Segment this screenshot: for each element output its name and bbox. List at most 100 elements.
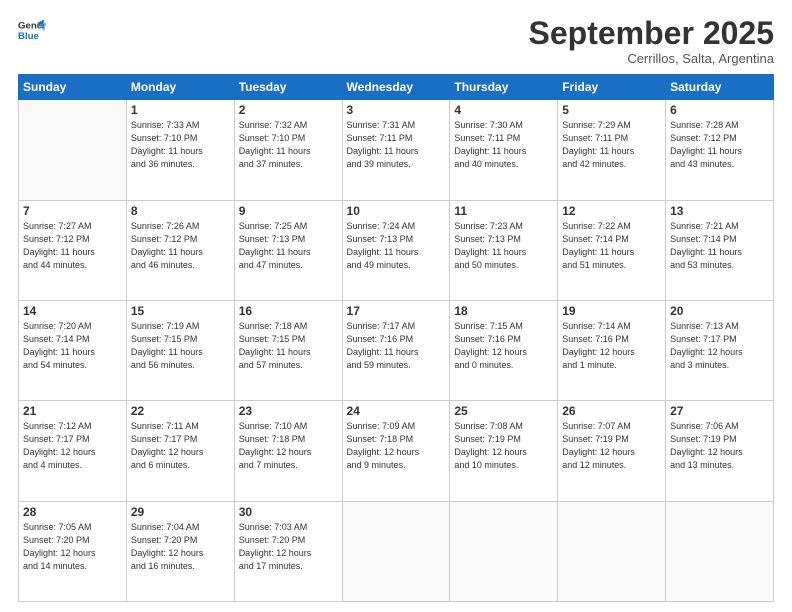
day-number: 26 [562, 404, 661, 418]
svg-text:Blue: Blue [18, 31, 39, 42]
table-row: 17 Sunrise: 7:17 AMSunset: 7:16 PMDayligh… [342, 300, 450, 400]
day-number: 3 [347, 103, 446, 117]
day-info: Sunrise: 7:09 AMSunset: 7:18 PMDaylight:… [347, 420, 446, 472]
table-row: 26 Sunrise: 7:07 AMSunset: 7:19 PMDayligh… [558, 401, 666, 501]
day-number: 29 [131, 505, 230, 519]
day-info: Sunrise: 7:26 AMSunset: 7:12 PMDaylight:… [131, 220, 230, 272]
table-row: 2 Sunrise: 7:32 AMSunset: 7:10 PMDaylight… [234, 100, 342, 200]
title-block: September 2025 Cerrillos, Salta, Argenti… [529, 16, 774, 66]
table-row: 24 Sunrise: 7:09 AMSunset: 7:18 PMDayligh… [342, 401, 450, 501]
calendar-week-3: 21Sunrise: 7:12 AMSunset: 7:17 PMDayligh… [19, 401, 774, 501]
table-row: 4Sunrise: 7:30 AMSunset: 7:11 PMDaylight… [450, 100, 558, 200]
day-number: 12 [562, 204, 661, 218]
day-info: Sunrise: 7:18 AMSunset: 7:15 PMDaylight:… [239, 320, 338, 372]
day-number: 25 [454, 404, 553, 418]
table-row: 12 Sunrise: 7:22 AMSunset: 7:14 PMDayligh… [558, 200, 666, 300]
col-wednesday: Wednesday [342, 75, 450, 100]
calendar-week-4: 28 Sunrise: 7:05 AMSunset: 7:20 PMDayligh… [19, 501, 774, 601]
table-row: 7 Sunrise: 7:27 AMSunset: 7:12 PMDaylight… [19, 200, 127, 300]
day-info: Sunrise: 7:12 AMSunset: 7:17 PMDaylight:… [23, 420, 122, 472]
calendar-week-2: 14Sunrise: 7:20 AMSunset: 7:14 PMDayligh… [19, 300, 774, 400]
day-info: Sunrise: 7:03 AMSunset: 7:20 PMDaylight:… [239, 521, 338, 573]
day-info: Sunrise: 7:19 AMSunset: 7:15 PMDaylight:… [131, 320, 230, 372]
table-row: 18Sunrise: 7:15 AMSunset: 7:16 PMDayligh… [450, 300, 558, 400]
table-row: 5 Sunrise: 7:29 AMSunset: 7:11 PMDaylight… [558, 100, 666, 200]
table-row: 21Sunrise: 7:12 AMSunset: 7:17 PMDayligh… [19, 401, 127, 501]
day-number: 11 [454, 204, 553, 218]
day-number: 8 [131, 204, 230, 218]
table-row: 29 Sunrise: 7:04 AMSunset: 7:20 PMDayligh… [126, 501, 234, 601]
calendar-week-1: 7 Sunrise: 7:27 AMSunset: 7:12 PMDaylight… [19, 200, 774, 300]
day-number: 7 [23, 204, 122, 218]
table-row: 11 Sunrise: 7:23 AMSunset: 7:13 PMDayligh… [450, 200, 558, 300]
day-info: Sunrise: 7:32 AMSunset: 7:10 PMDaylight:… [239, 119, 338, 171]
header: General Blue September 2025 Cerrillos, S… [18, 16, 774, 66]
day-number: 17 [347, 304, 446, 318]
day-info: Sunrise: 7:29 AMSunset: 7:11 PMDaylight:… [562, 119, 661, 171]
calendar-table: Sunday Monday Tuesday Wednesday Thursday… [18, 74, 774, 602]
day-info: Sunrise: 7:25 AMSunset: 7:13 PMDaylight:… [239, 220, 338, 272]
table-row: 23 Sunrise: 7:10 AMSunset: 7:18 PMDayligh… [234, 401, 342, 501]
col-tuesday: Tuesday [234, 75, 342, 100]
header-row: Sunday Monday Tuesday Wednesday Thursday… [19, 75, 774, 100]
day-info: Sunrise: 7:21 AMSunset: 7:14 PMDaylight:… [670, 220, 769, 272]
day-number: 28 [23, 505, 122, 519]
table-row: 19 Sunrise: 7:14 AMSunset: 7:16 PMDayligh… [558, 300, 666, 400]
day-info: Sunrise: 7:31 AMSunset: 7:11 PMDaylight:… [347, 119, 446, 171]
table-row: 3 Sunrise: 7:31 AMSunset: 7:11 PMDaylight… [342, 100, 450, 200]
day-info: Sunrise: 7:27 AMSunset: 7:12 PMDaylight:… [23, 220, 122, 272]
subtitle: Cerrillos, Salta, Argentina [529, 51, 774, 66]
col-friday: Friday [558, 75, 666, 100]
day-number: 23 [239, 404, 338, 418]
table-row: 25Sunrise: 7:08 AMSunset: 7:19 PMDayligh… [450, 401, 558, 501]
day-info: Sunrise: 7:05 AMSunset: 7:20 PMDaylight:… [23, 521, 122, 573]
day-number: 15 [131, 304, 230, 318]
day-number: 19 [562, 304, 661, 318]
table-row: 10 Sunrise: 7:24 AMSunset: 7:13 PMDayligh… [342, 200, 450, 300]
day-info: Sunrise: 7:23 AMSunset: 7:13 PMDaylight:… [454, 220, 553, 272]
table-row: 30 Sunrise: 7:03 AMSunset: 7:20 PMDayligh… [234, 501, 342, 601]
day-info: Sunrise: 7:07 AMSunset: 7:19 PMDaylight:… [562, 420, 661, 472]
calendar-week-0: 1 Sunrise: 7:33 AMSunset: 7:10 PMDaylight… [19, 100, 774, 200]
day-info: Sunrise: 7:04 AMSunset: 7:20 PMDaylight:… [131, 521, 230, 573]
col-thursday: Thursday [450, 75, 558, 100]
table-row: 27 Sunrise: 7:06 AMSunset: 7:19 PMDayligh… [666, 401, 774, 501]
table-row: 28 Sunrise: 7:05 AMSunset: 7:20 PMDayligh… [19, 501, 127, 601]
table-row: 8 Sunrise: 7:26 AMSunset: 7:12 PMDaylight… [126, 200, 234, 300]
day-number: 10 [347, 204, 446, 218]
page: General Blue September 2025 Cerrillos, S… [0, 0, 792, 612]
table-row: 22Sunrise: 7:11 AMSunset: 7:17 PMDayligh… [126, 401, 234, 501]
day-info: Sunrise: 7:28 AMSunset: 7:12 PMDaylight:… [670, 119, 769, 171]
day-number: 5 [562, 103, 661, 117]
day-info: Sunrise: 7:24 AMSunset: 7:13 PMDaylight:… [347, 220, 446, 272]
day-info: Sunrise: 7:15 AMSunset: 7:16 PMDaylight:… [454, 320, 553, 372]
day-number: 20 [670, 304, 769, 318]
day-number: 16 [239, 304, 338, 318]
day-number: 24 [347, 404, 446, 418]
day-number: 2 [239, 103, 338, 117]
day-number: 6 [670, 103, 769, 117]
day-number: 13 [670, 204, 769, 218]
table-row: 14Sunrise: 7:20 AMSunset: 7:14 PMDayligh… [19, 300, 127, 400]
table-row [342, 501, 450, 601]
table-row: 9Sunrise: 7:25 AMSunset: 7:13 PMDaylight… [234, 200, 342, 300]
day-number: 30 [239, 505, 338, 519]
logo: General Blue [18, 16, 46, 44]
table-row: 13 Sunrise: 7:21 AMSunset: 7:14 PMDayligh… [666, 200, 774, 300]
table-row: 20Sunrise: 7:13 AMSunset: 7:17 PMDayligh… [666, 300, 774, 400]
day-info: Sunrise: 7:14 AMSunset: 7:16 PMDaylight:… [562, 320, 661, 372]
table-row [558, 501, 666, 601]
day-info: Sunrise: 7:06 AMSunset: 7:19 PMDaylight:… [670, 420, 769, 472]
day-info: Sunrise: 7:33 AMSunset: 7:10 PMDaylight:… [131, 119, 230, 171]
day-number: 4 [454, 103, 553, 117]
day-info: Sunrise: 7:22 AMSunset: 7:14 PMDaylight:… [562, 220, 661, 272]
table-row: 16 Sunrise: 7:18 AMSunset: 7:15 PMDayligh… [234, 300, 342, 400]
day-info: Sunrise: 7:10 AMSunset: 7:18 PMDaylight:… [239, 420, 338, 472]
day-info: Sunrise: 7:17 AMSunset: 7:16 PMDaylight:… [347, 320, 446, 372]
table-row: 15 Sunrise: 7:19 AMSunset: 7:15 PMDayligh… [126, 300, 234, 400]
day-number: 1 [131, 103, 230, 117]
day-number: 27 [670, 404, 769, 418]
month-title: September 2025 [529, 16, 774, 51]
table-row: 6 Sunrise: 7:28 AMSunset: 7:12 PMDaylight… [666, 100, 774, 200]
day-number: 22 [131, 404, 230, 418]
